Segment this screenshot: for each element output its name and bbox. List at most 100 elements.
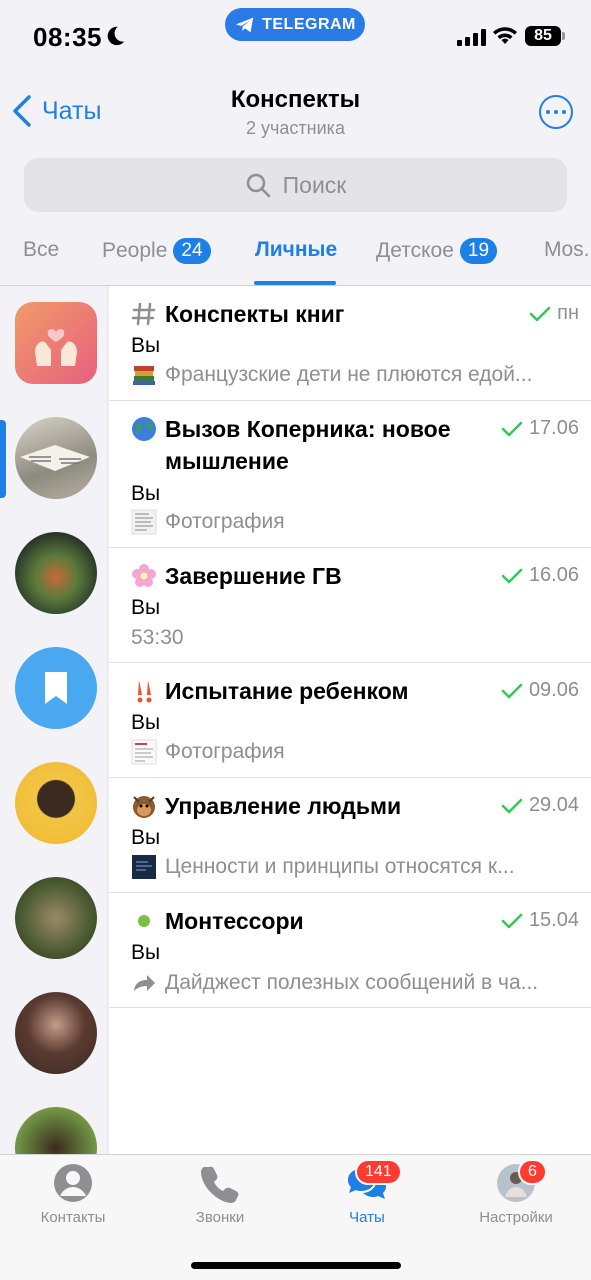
search-icon xyxy=(246,173,270,198)
wifi-icon xyxy=(493,27,517,44)
page-subtitle: 2 участника xyxy=(246,118,345,138)
sidebar-avatar-saved-messages[interactable] xyxy=(15,647,97,729)
chat-row[interactable]: Вызов Коперника: новое мышление 17.06 Вы… xyxy=(109,401,591,548)
more-options-button[interactable] xyxy=(539,95,573,129)
chat-preview-text: Ценности и принципы относятся к... xyxy=(165,855,515,878)
open-book-image xyxy=(20,445,90,471)
tab-settings-icon-wrap: 6 xyxy=(496,1159,547,1203)
chat-title-line: Конспекты книг xyxy=(131,298,501,330)
tab-chats-label: Чаты xyxy=(349,1209,385,1226)
photo-thumbnail xyxy=(131,739,157,765)
chat-time: 17.06 xyxy=(528,417,579,439)
chat-sender: Вы xyxy=(131,711,161,734)
tab-label: Детское xyxy=(376,239,454,262)
chat-title: Испытание ребенком xyxy=(165,678,409,704)
chat-time: 09.06 xyxy=(528,679,579,701)
hashtag-icon xyxy=(131,302,156,326)
read-check-icon xyxy=(501,421,523,436)
dot-icon xyxy=(546,110,550,114)
chat-title: Конспекты книг xyxy=(165,301,345,327)
chat-sender: Вы xyxy=(131,334,161,357)
sidebar-avatar-hands[interactable] xyxy=(15,302,97,384)
chat-time: пн xyxy=(557,302,579,324)
tab-settings[interactable]: 6 Настройки xyxy=(446,1159,586,1226)
read-check-icon xyxy=(529,306,551,321)
chat-title-line: Монтессори xyxy=(131,905,501,937)
read-check-icon xyxy=(501,568,523,583)
active-folder-indicator xyxy=(0,420,6,498)
battery-tip xyxy=(562,32,565,40)
photo-thumbnail xyxy=(131,509,157,535)
sidebar-avatar-person-forest[interactable] xyxy=(15,877,97,959)
bookmark-icon xyxy=(45,672,67,704)
read-check-icon xyxy=(501,913,523,928)
tab-calls[interactable]: Звонки xyxy=(150,1163,290,1226)
chat-sender: Вы xyxy=(131,826,161,849)
forward-arrow-icon xyxy=(134,975,155,991)
monkey-icon xyxy=(133,796,155,818)
person-icon xyxy=(54,1164,92,1202)
chat-meta: 15.04 xyxy=(501,909,579,932)
chat-row[interactable]: Управление людьми 29.04 Вы Ценности и пр… xyxy=(109,778,591,893)
chat-time: 16.06 xyxy=(528,564,579,586)
tab-people[interactable]: People 24 xyxy=(102,238,211,264)
sidebar-avatar-books[interactable] xyxy=(15,417,97,499)
chat-preview: Фотография xyxy=(131,509,579,535)
folder-tabs: Все People 24 Личные Детское 19 Mos. xyxy=(0,228,591,286)
tab-label: Личные xyxy=(255,238,338,261)
chat-preview-text: Дайджест полезных сообщений в ча... xyxy=(165,971,539,994)
sidebar-avatar-person-green[interactable] xyxy=(15,1107,97,1154)
tab-all[interactable]: Все xyxy=(23,238,59,262)
chat-meta: 29.04 xyxy=(501,794,579,817)
tab-settings-label: Настройки xyxy=(479,1209,553,1226)
chat-time: 29.04 xyxy=(528,794,579,816)
chat-row[interactable]: Испытание ребенком 09.06 Вы Фотография xyxy=(109,663,591,778)
chat-time: 15.04 xyxy=(528,909,579,931)
search-placeholder: Поиск xyxy=(282,171,347,198)
tab-mos[interactable]: Mos. xyxy=(544,238,590,262)
cellular-signal-icon xyxy=(457,28,486,46)
dot-icon xyxy=(554,110,558,114)
tab-personal[interactable]: Личные xyxy=(255,238,337,262)
chat-preview: Фотография xyxy=(131,739,579,765)
dark-thumbnail xyxy=(132,855,156,879)
chat-row[interactable]: Завершение ГВ 16.06 Вы 53:30 xyxy=(109,548,591,663)
chat-meta: 17.06 xyxy=(501,417,579,440)
sidebar-avatar-person-orange[interactable] xyxy=(15,762,97,844)
chat-preview-text: Фотография xyxy=(165,740,285,763)
chat-meta: 09.06 xyxy=(501,679,579,702)
telegram-pill[interactable]: TELEGRAM xyxy=(225,8,365,41)
sidebar-avatar-person-dark[interactable] xyxy=(15,992,97,1074)
active-tab-indicator xyxy=(254,281,336,285)
tab-chats[interactable]: 141 Чаты xyxy=(297,1159,437,1226)
phone-icon xyxy=(201,1166,239,1203)
chat-sender: Вы xyxy=(131,482,161,505)
tab-kids[interactable]: Детское 19 xyxy=(376,238,498,264)
tab-count-badge: 19 xyxy=(459,238,498,264)
chat-title-line: Вызов Коперника: новое мышление xyxy=(131,413,501,477)
settings-badge: 6 xyxy=(518,1159,547,1185)
books-icon xyxy=(133,366,155,385)
globe-icon xyxy=(132,417,156,441)
page-title[interactable]: Конспекты xyxy=(0,86,591,114)
home-indicator xyxy=(191,1262,401,1269)
chat-sender: Вы xyxy=(131,596,161,619)
telegram-plane-icon xyxy=(235,17,254,32)
chat-meta: 16.06 xyxy=(501,564,579,587)
tab-label: Все xyxy=(23,238,60,261)
chat-preview: Ценности и принципы относятся к... xyxy=(131,854,579,880)
tab-count-badge: 24 xyxy=(173,238,211,264)
dot-icon xyxy=(562,110,566,114)
telegram-pill-label: TELEGRAM xyxy=(262,15,356,33)
chat-row[interactable]: Монтессори 15.04 Вы Дайджест полезных со… xyxy=(109,893,591,1008)
green-dot-icon xyxy=(138,915,150,927)
search-input[interactable]: Поиск xyxy=(24,158,567,212)
chat-row[interactable]: Конспекты книг пн Вы Французские дети не… xyxy=(109,286,591,401)
chat-preview-text: 53:30 xyxy=(131,626,184,649)
chat-title-line: Управление людьми xyxy=(131,790,501,822)
tab-label: Mos. xyxy=(544,238,590,261)
tab-contacts[interactable]: Контакты xyxy=(3,1163,143,1226)
sidebar-avatar-salad[interactable] xyxy=(15,532,97,614)
status-time: 08:35 xyxy=(33,22,102,52)
tab-chats-icon-wrap: 141 xyxy=(347,1159,402,1203)
